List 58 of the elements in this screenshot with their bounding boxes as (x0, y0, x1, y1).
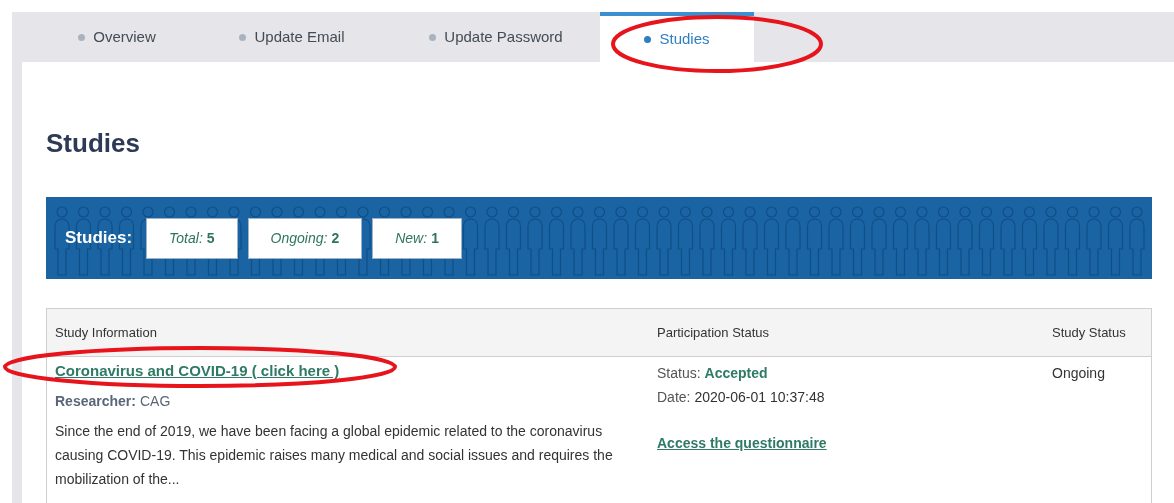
status-label: Status: (657, 364, 701, 383)
researcher-name: CAG (139, 392, 171, 411)
bullet-icon (78, 33, 86, 41)
person-icon (1000, 206, 1016, 276)
person-icon (785, 206, 801, 276)
stats-label: Studies: (65, 227, 133, 250)
person-icon (1064, 206, 1081, 276)
study-description: Since the end of 2019, we have been facing a global epidemic related to the coronavirus causing COVID-19. This epidemic raises many medical and social issues and requires the mobilization of the... (55, 422, 614, 489)
count-badge: Ongoing: 2 (247, 217, 363, 259)
person-icon (656, 206, 672, 276)
bullet-icon (644, 35, 652, 43)
person-icon (527, 206, 543, 276)
person-icon (591, 206, 608, 276)
person-icon (871, 206, 887, 276)
person-icon (1129, 206, 1145, 276)
status-value: Accepted (704, 364, 768, 383)
person-icon (935, 206, 952, 276)
person-icon (699, 206, 715, 276)
tab[interactable]: Update Email (192, 12, 392, 62)
person-icon (806, 206, 823, 276)
tab[interactable]: Studies (600, 12, 754, 62)
person-icon (978, 206, 995, 276)
tab[interactable]: Overview (42, 12, 192, 62)
study-link[interactable]: Coronavirus and COVID-19 ( click here ) (55, 361, 649, 381)
person-icon (505, 206, 522, 276)
person-icon (613, 206, 629, 276)
person-icon (742, 206, 758, 276)
researcher-label: Researcher: (55, 392, 136, 411)
person-icon (828, 206, 844, 276)
person-icon (957, 206, 973, 276)
person-icon (1107, 206, 1124, 276)
person-icon (548, 206, 565, 276)
bullet-icon (239, 33, 247, 41)
person-icon (484, 206, 500, 276)
study-status: Ongoing (1052, 364, 1105, 383)
person-icon (849, 206, 866, 276)
person-icon (570, 206, 586, 276)
column-header: Participation Status (657, 323, 770, 342)
person-icon (634, 206, 651, 276)
person-icon (892, 206, 909, 276)
column-header: Study Status (1052, 323, 1126, 342)
page-heading: Studies (46, 127, 141, 160)
count-badge: New: 1 (372, 217, 462, 259)
person-icon (462, 206, 479, 276)
person-icon (720, 206, 737, 276)
person-icon (914, 206, 930, 276)
person-icon (763, 206, 780, 276)
person-icon (1021, 206, 1038, 276)
date-label: Date: (657, 388, 691, 407)
person-icon (1086, 206, 1102, 276)
bullet-icon (429, 33, 437, 41)
column-header: Study Information (54, 323, 158, 342)
person-icon (1043, 206, 1059, 276)
tab[interactable]: Update Password (392, 12, 600, 62)
person-icon (677, 206, 694, 276)
questionnaire-link[interactable]: Access the questionnaire (657, 431, 1052, 455)
date-value: 2020-06-01 10:37:48 (694, 388, 825, 407)
count-badge: Total: 5 (146, 217, 238, 259)
